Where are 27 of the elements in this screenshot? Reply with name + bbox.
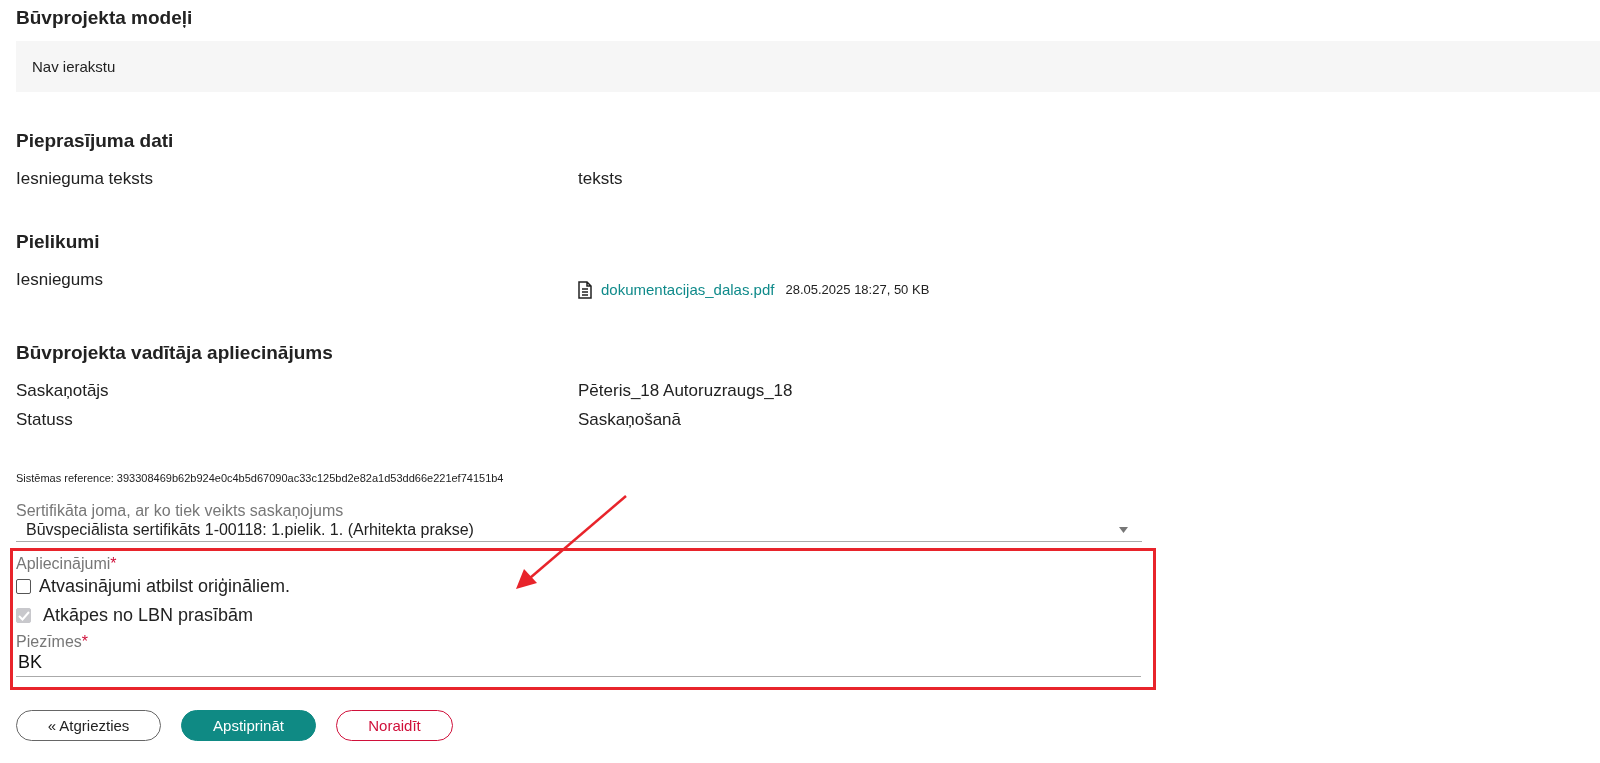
notes-input[interactable]: BK (16, 651, 1141, 677)
certificate-select[interactable]: Būvspeciālista sertifikāts 1-00118: 1.pielik. 1. (Arhitekta prakse) (16, 520, 1142, 542)
section-title: Būvprojekta vadītāja apliecinājums (16, 342, 334, 364)
section-title: Pielikumi (16, 231, 101, 253)
field-label: Iesnieguma teksts (16, 168, 154, 190)
checkbox[interactable]: Atvasinājumi atbilst oriģināliem. (16, 573, 1141, 600)
section-title: Pieprasījuma dati (16, 130, 175, 152)
action-button[interactable]: « Atgriezties (16, 710, 161, 741)
file-link[interactable]: dokumentacijas_dalas.pdf (601, 275, 775, 304)
check-icon (17, 610, 30, 621)
field-label: Iesniegums (16, 269, 104, 291)
field-value: Saskaņošanā (578, 409, 682, 431)
group-label: Apliecinājumi* (16, 555, 118, 573)
select-label: Sertifikāta joma, ar ko tiek veikts saskaņojums (16, 502, 345, 520)
empty-state-panel: Nav ierakstu (16, 41, 1600, 92)
caret-icon (1119, 527, 1128, 533)
document-icon (578, 280, 592, 299)
action-button[interactable]: Noraidīt (336, 710, 453, 741)
field-value: teksts (578, 168, 623, 190)
field-value: Pēteris_18 Autoruzraugs_18 (578, 380, 793, 402)
section-title: Būvprojekta modeļi (16, 7, 194, 29)
field-label: Statuss (16, 409, 74, 431)
action-button[interactable]: Apstiprināt (181, 710, 316, 741)
field-label: Saskaņotājs (16, 380, 110, 402)
field-label: Piezīmes* (16, 633, 90, 651)
file-meta: 28.05.2025 18:27, 50 KB (785, 281, 930, 299)
system-reference: Sistēmas reference: 393308469b62b924e0c4b5d67090ac33c125bd2e82a1d53dd66e221ef74151b4 (16, 472, 505, 484)
